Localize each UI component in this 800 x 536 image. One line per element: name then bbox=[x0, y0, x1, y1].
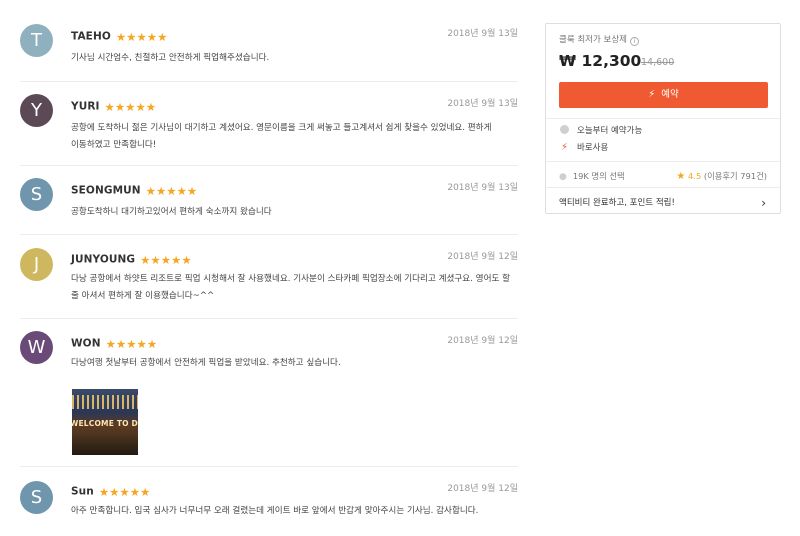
avatar: Y bbox=[20, 94, 53, 127]
points-promo-link[interactable]: 액티비티 완료하고, 포인트 적립! › bbox=[546, 192, 780, 214]
rating-stars-icon: ★★★★★ bbox=[105, 336, 158, 351]
lowest-price-guarantee: 클룩 최저가 보상제 i bbox=[559, 33, 639, 46]
review-date: 2018년 9월 12일 bbox=[447, 336, 518, 346]
rating-stars-icon: ★★★★★ bbox=[115, 29, 168, 44]
reviewer-name: YURI bbox=[71, 100, 100, 113]
rating-review-count: (이용후기 791건) bbox=[703, 171, 767, 181]
feature-instant-booking: 오늘부터 예약가능 bbox=[559, 124, 642, 136]
avatar: W bbox=[20, 331, 53, 364]
review-date: 2018년 9월 13일 bbox=[447, 183, 518, 193]
review-date: 2018년 9월 12일 bbox=[447, 252, 518, 262]
reviewer-name: JUNYOUNG bbox=[71, 253, 136, 266]
review-date: 2018년 9월 13일 bbox=[447, 99, 518, 109]
review-text: 공항에 도착하니 젊은 기사님이 대기하고 계셨어요. 영문이름을 크게 써놓고… bbox=[71, 123, 492, 150]
booked-count: 19K 명의 선택 bbox=[572, 171, 625, 181]
review-item: Y YURI ★★★★★ 2018년 9월 13일 공항에 도착하니 젊은 기사님… bbox=[20, 82, 518, 166]
avatar: S bbox=[20, 178, 53, 211]
avatar: T bbox=[20, 24, 53, 57]
review-date: 2018년 9월 12일 bbox=[447, 484, 518, 494]
fire-icon: ● bbox=[559, 172, 567, 182]
rating-summary[interactable]: ★ 4.5 (이용후기 791건) bbox=[676, 170, 767, 182]
review-item: T TAEHO ★★★★★ 2018년 9월 13일 기사님 시간엄수, 친절하고… bbox=[20, 14, 518, 82]
review-photo[interactable]: WELCOME TO DANANG bbox=[72, 389, 138, 455]
divider bbox=[546, 161, 780, 162]
guarantee-label: 클룩 최저가 보상제 bbox=[559, 35, 627, 45]
rating-stars-icon: ★★★★★ bbox=[145, 183, 198, 198]
booking-stats: ● 19K 명의 선택 ★ 4.5 (이용후기 791건) bbox=[559, 170, 767, 182]
rating-stars-icon: ★★★★★ bbox=[140, 252, 192, 267]
chevron-right-icon: › bbox=[761, 196, 766, 210]
review-item: S SEONGMUN ★★★★★ 2018년 9월 13일 공항도착하니 대기하고… bbox=[20, 166, 518, 235]
reviewer-name: Sun bbox=[71, 485, 94, 498]
divider bbox=[546, 187, 780, 188]
feature-label: 오늘부터 예약가능 bbox=[577, 126, 643, 136]
reviewer-name: TAEHO bbox=[71, 30, 111, 43]
clock-icon bbox=[560, 125, 569, 134]
divider bbox=[546, 118, 780, 119]
promo-label: 액티비티 완료하고, 포인트 적립! bbox=[559, 198, 675, 208]
current-price: ₩ 12,300 bbox=[559, 52, 642, 70]
avatar: J bbox=[20, 248, 53, 281]
review-text: 다낭여행 첫날부터 공항에서 안전하게 픽업을 받았네요. 추천하고 싶습니다. bbox=[71, 358, 341, 368]
review-date: 2018년 9월 13일 bbox=[447, 29, 518, 39]
review-text: 아주 만족합니다. 입국 심사가 너무너무 오래 걸렸는데 게이트 바로 앞에서… bbox=[71, 506, 479, 516]
review-item: S Sun ★★★★★ 2018년 9월 12일 아주 만족합니다. 입국 심사가… bbox=[20, 467, 518, 529]
photo-lights bbox=[72, 395, 138, 409]
bolt-icon: ⚡ bbox=[648, 89, 656, 100]
review-list: T TAEHO ★★★★★ 2018년 9월 13일 기사님 시간엄수, 친절하고… bbox=[20, 14, 518, 529]
feature-instant-use: ⚡ 바로사용 bbox=[559, 141, 608, 153]
review-item: J JUNYOUNG ★★★★★ 2018년 9월 12일 다낭 공항에서 하얏트… bbox=[20, 235, 518, 319]
bolt-icon: ⚡ bbox=[560, 142, 569, 153]
original-price: 14,600 bbox=[641, 57, 675, 68]
photo-floor bbox=[72, 435, 138, 455]
book-button-label: 예약 bbox=[661, 89, 679, 100]
review-item: W WON ★★★★★ 2018년 9월 12일 다낭여행 첫날부터 공항에서 안… bbox=[20, 319, 518, 467]
reviewer-name: WON bbox=[71, 337, 101, 350]
avatar: S bbox=[20, 481, 53, 514]
reviewer-name: SEONGMUN bbox=[71, 184, 141, 197]
star-icon: ★ bbox=[676, 171, 686, 182]
review-text: 다낭 공항에서 하얏트 리조트로 픽업 시청해서 잘 사용했네요. 기사분이 스… bbox=[71, 274, 511, 301]
feature-label: 바로사용 bbox=[577, 143, 609, 153]
book-button[interactable]: ⚡ 예약 bbox=[559, 82, 768, 108]
rating-score: 4.5 bbox=[688, 171, 702, 181]
info-icon[interactable]: i bbox=[629, 37, 639, 46]
booking-panel: 클룩 최저가 보상제 i ₩ 12,300 14,600 ⚡ 예약 오늘부터 예약가… bbox=[545, 23, 781, 214]
rating-stars-icon: ★★★★★ bbox=[104, 99, 157, 114]
rating-stars-icon: ★★★★★ bbox=[98, 484, 151, 499]
review-text: 기사님 시간엄수, 친절하고 안전하게 픽업해주셨습니다. bbox=[71, 53, 270, 63]
review-text: 공항도착하니 대기하고있어서 편하게 숙소까지 왔습니다 bbox=[71, 207, 272, 217]
photo-sign-text: WELCOME TO DANANG bbox=[72, 419, 138, 428]
